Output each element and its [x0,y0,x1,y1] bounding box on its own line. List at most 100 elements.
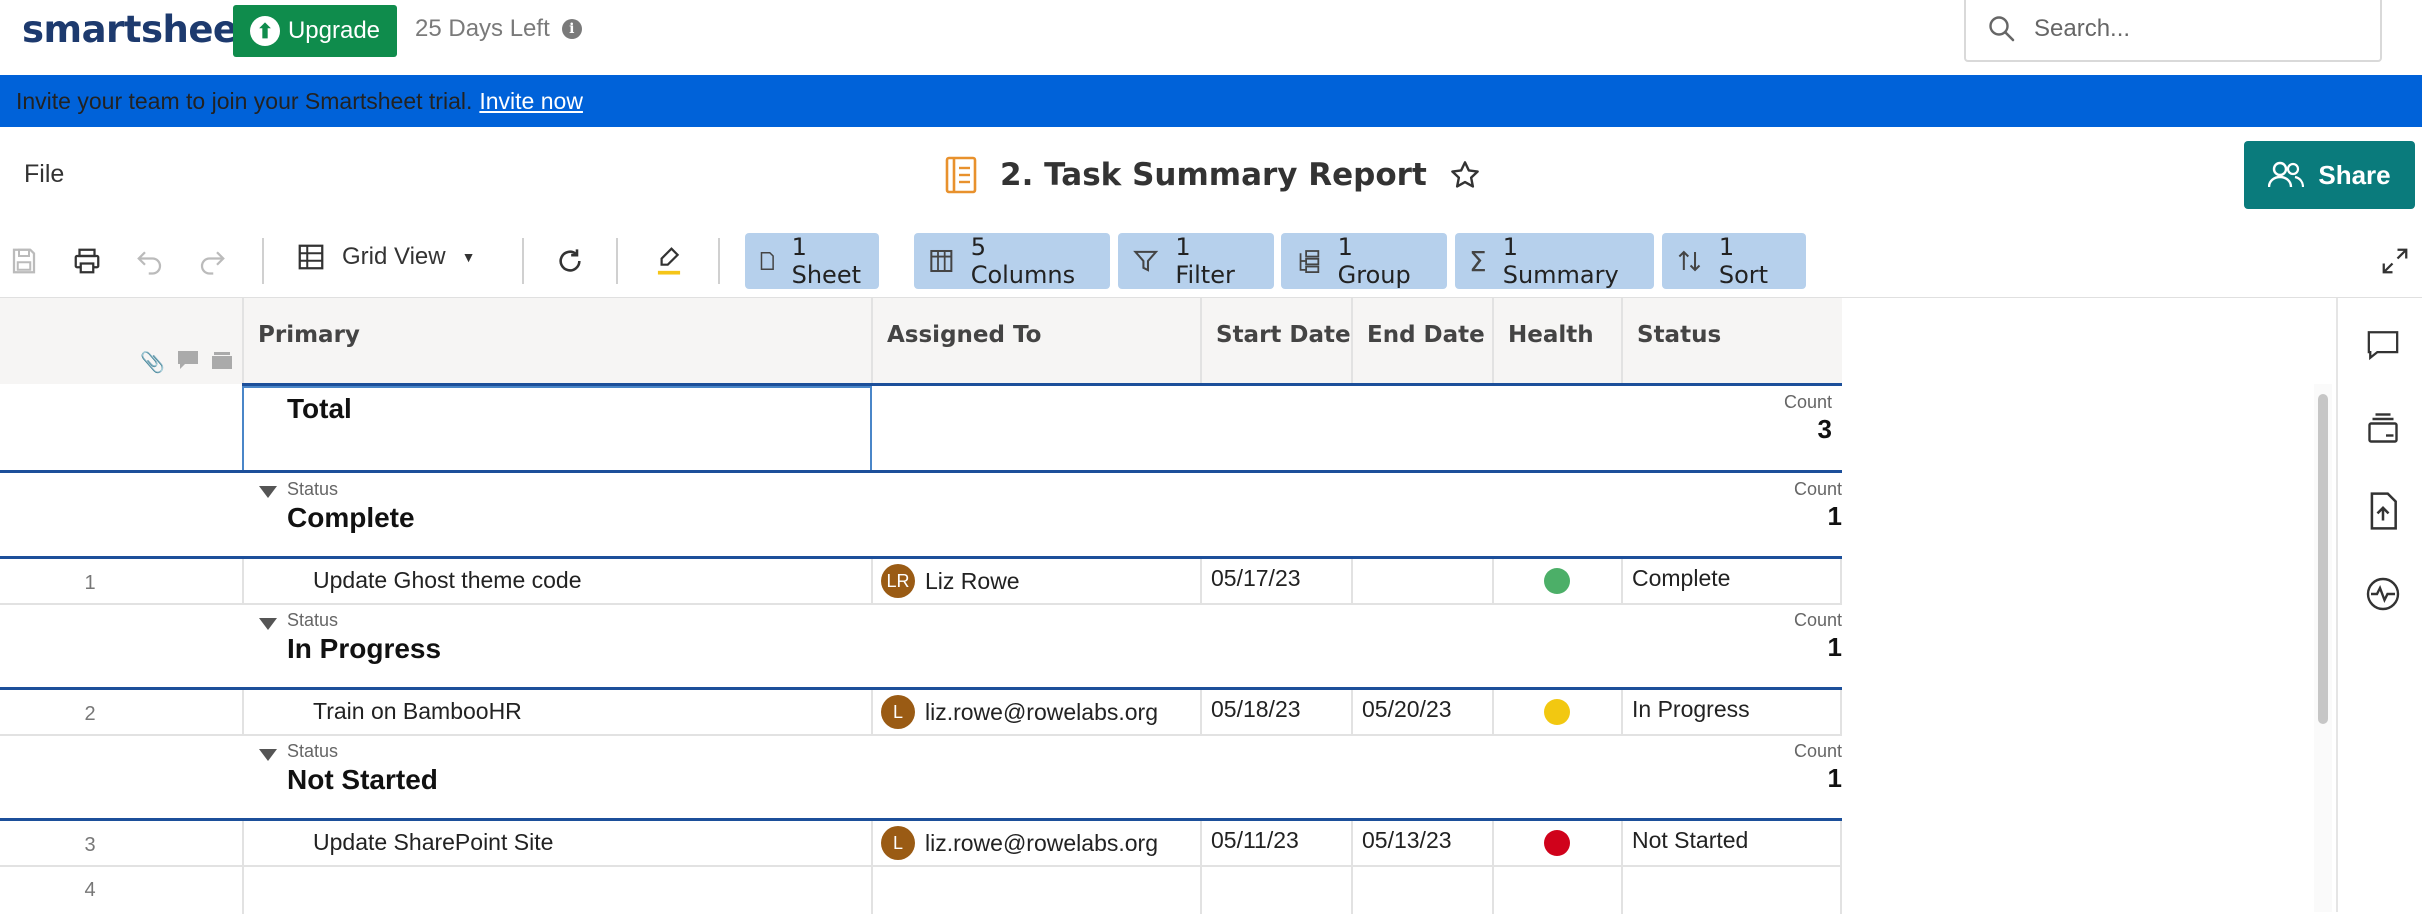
row-header-icons: 📎 [140,350,233,375]
count-label: Count [1793,610,1842,630]
toolbar-divider [262,238,264,284]
columns-chip[interactable]: 5 Columns [914,233,1110,289]
sheet-icon [760,251,774,271]
row-number: 4 [84,879,96,901]
primary-cell[interactable] [242,867,872,914]
table-row[interactable]: 3 Update SharePoint Site L liz.rowe@rowe… [0,821,1842,865]
redo-icon[interactable] [191,240,233,282]
column-header-start-date[interactable]: Start Date [1200,298,1353,384]
refresh-icon[interactable] [549,240,591,282]
end-date-cell[interactable] [1351,559,1493,603]
sort-chip-label: 1 Sort [1718,233,1769,289]
activity-log-icon[interactable] [2363,574,2403,614]
filter-chip-label: 1 Filter [1175,233,1235,289]
table-row[interactable]: 1 Update Ghost theme code LR Liz Rowe 05… [0,559,1842,603]
group-header-in-progress[interactable]: Status In Progress Count 1 [0,603,1842,689]
sheet-chip[interactable]: 1 Sheet [745,233,879,289]
count-label: Count [1793,741,1842,761]
sheet-chip-label: 1 Sheet [791,233,861,289]
row-number: 1 [84,572,96,594]
table-row[interactable]: 2 Train on BambooHR L liz.rowe@rowelabs.… [0,690,1842,734]
group-chip-label: 1 Group [1337,233,1411,289]
row-number: 3 [84,834,96,856]
expand-icon[interactable] [2374,240,2416,282]
undo-icon[interactable] [129,240,171,282]
smartsheet-logo[interactable]: smartsheet [22,8,255,51]
scrollbar-thumb[interactable] [2318,394,2328,724]
filter-chip[interactable]: 1 Filter [1118,233,1274,289]
file-menu[interactable]: File [24,160,64,189]
report-title-bar: 2. Task Summary Report [944,156,1481,194]
health-cell[interactable] [1492,867,1622,914]
primary-value: Update Ghost theme code [313,567,582,593]
columns-chip-label: 5 Columns [970,233,1076,289]
column-header-assigned-to[interactable]: Assigned To [871,298,1201,384]
info-icon[interactable]: i [561,19,582,39]
sort-icon [1678,250,1701,272]
upgrade-button[interactable]: ⬆ Upgrade [233,5,397,57]
assigned-value: Liz Rowe [925,568,1020,594]
summary-chip[interactable]: Σ 1 Summary [1455,233,1654,289]
status-value: Complete [1632,565,1731,591]
count-value: 1 [1827,763,1842,793]
group-header-not-started[interactable]: Status Not Started Count 1 [0,734,1842,820]
total-count: Count 3 [0,390,1832,470]
upgrade-arrow-icon: ⬆ [249,16,280,46]
conversations-icon[interactable] [2363,325,2403,365]
count-value: 1 [1827,501,1842,531]
column-header-end-date[interactable]: End Date [1351,298,1493,384]
save-icon[interactable] [3,240,45,282]
favorite-star-icon[interactable] [1449,159,1481,191]
people-icon [2268,161,2305,188]
toolbar-divider [718,238,720,284]
status-value: In Progress [1632,696,1750,722]
avatar: LR [881,564,915,598]
assigned-value: liz.rowe@rowelabs.org [925,699,1158,725]
group-header-complete[interactable]: Status Complete Count 1 [0,473,1842,557]
invite-banner: Invite your team to join your Smartsheet… [0,75,2422,127]
sort-chip[interactable]: 1 Sort [1662,233,1806,289]
count-value: 3 [1817,414,1832,444]
attachments-upload-icon[interactable] [2363,491,2403,531]
search-input[interactable] [2032,14,2356,44]
report-title: 2. Task Summary Report [1000,157,1427,193]
highlight-icon[interactable] [648,240,690,282]
sigma-icon: Σ [1469,244,1487,278]
search-box[interactable] [1964,0,2382,62]
status-cell[interactable] [1621,867,1842,914]
comment-icon [177,351,198,369]
share-button[interactable]: Share [2244,141,2415,209]
invite-message: Invite your team to join your Smartsheet… [16,87,473,114]
proofs-icon[interactable] [2363,408,2403,448]
group-chip[interactable]: 1 Group [1281,233,1447,289]
start-date-value: 05/11/23 [1211,827,1299,853]
start-date-value: 05/18/23 [1211,696,1301,722]
print-icon[interactable] [66,240,108,282]
grid-view-dropdown[interactable]: Grid View ▼ [296,242,475,272]
upgrade-label: Upgrade [287,17,381,44]
trial-days-left: 25 Days Left [415,15,550,42]
trial-status: 25 Days Left i [415,15,582,43]
column-header-primary[interactable]: Primary [242,298,872,384]
table-row[interactable]: 4 [0,865,1842,914]
proof-icon [211,352,232,369]
invite-banner-text: Invite your team to join your Smartsheet… [16,88,583,115]
toolbar-divider [616,238,618,284]
health-indicator-icon [1544,568,1570,594]
avatar: L [881,826,915,860]
end-date-cell[interactable] [1351,867,1493,914]
avatar: L [881,695,915,729]
start-date-cell[interactable] [1200,867,1353,914]
end-date-value: 05/20/23 [1362,696,1452,722]
toolbar-divider [522,238,524,284]
assigned-value: liz.rowe@rowelabs.org [925,830,1158,856]
column-header-status[interactable]: Status [1621,298,1841,384]
health-indicator-icon [1544,830,1570,856]
assigned-cell[interactable] [871,867,1201,914]
invite-now-link[interactable]: Invite now [479,88,583,114]
health-indicator-icon [1544,699,1570,725]
assigned-cell[interactable] [871,559,1201,603]
column-header-health[interactable]: Health [1492,298,1622,384]
attachment-icon: 📎 [140,352,165,374]
count-label: Count [1783,392,1832,412]
